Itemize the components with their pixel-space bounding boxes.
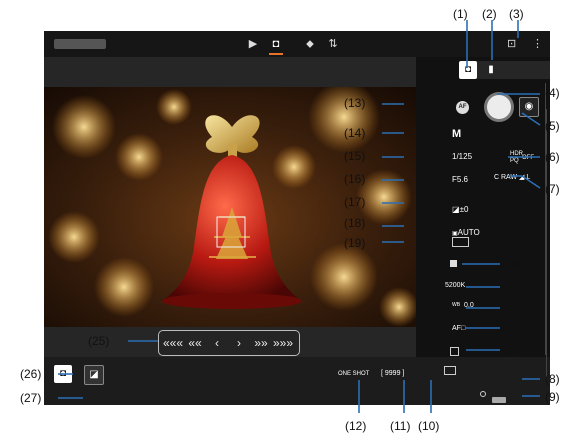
callout-19: (19) [344, 236, 366, 250]
callout-27: (27) [20, 391, 42, 405]
callout-14: (14) [344, 126, 366, 140]
callout-8: (8) [545, 372, 560, 386]
callout-15: (15) [344, 149, 366, 163]
callout-3: (3) [509, 7, 524, 21]
callout-9: (9) [545, 390, 560, 404]
callout-25: (25) [88, 334, 110, 348]
callout-17: (17) [344, 195, 366, 209]
callout-2: (2) [482, 7, 497, 21]
callout-24: (24) [503, 343, 525, 357]
callout-13: (13) [344, 96, 366, 110]
callout-11: (11) [390, 419, 411, 433]
callout-5: (5) [545, 119, 560, 133]
callout-16: (16) [344, 172, 366, 186]
callout-7: (7) [545, 182, 560, 196]
callout-10: (10) [418, 419, 440, 433]
callout-23: (23) [503, 321, 525, 335]
callout-20: (20) [503, 257, 525, 271]
callout-12: (12) [345, 419, 367, 433]
callout-26: (26) [20, 367, 42, 381]
callout-18: (18) [344, 216, 366, 230]
callout-21: (21) [503, 280, 525, 294]
callout-lines [58, 20, 541, 413]
callout-1: (1) [453, 7, 468, 21]
callout-4: (4) [545, 86, 560, 100]
callout-22: (22) [503, 301, 525, 315]
callout-6: (6) [545, 150, 560, 164]
